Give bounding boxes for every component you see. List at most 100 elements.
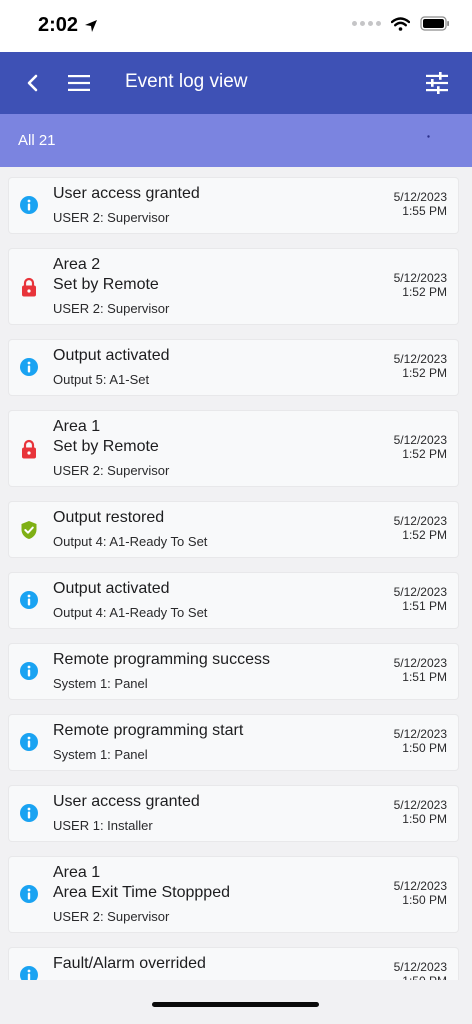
event-source: USER 1: Installer xyxy=(53,818,153,833)
event-row[interactable]: Output activated Output 4: A1-Ready To Se… xyxy=(9,573,458,628)
event-title-line: Area 2 xyxy=(53,256,101,273)
signal-dots-icon xyxy=(352,21,381,26)
chevron-left-icon xyxy=(27,74,38,92)
event-time: 1:52 PM xyxy=(402,447,447,461)
event-text: Output activated Output 4: A1-Ready To Se… xyxy=(53,579,207,621)
event-date: 5/12/2023 xyxy=(393,960,447,974)
event-text: User access granted USER 1: Installer xyxy=(53,792,200,834)
event-timestamp: 5/12/2023 1:52 PM xyxy=(394,433,447,461)
info-icon xyxy=(20,591,38,609)
menu-button[interactable] xyxy=(64,68,94,98)
event-text: Remote programming success System 1: Pane… xyxy=(53,650,270,692)
event-source: System 1: Panel xyxy=(53,676,148,691)
event-row[interactable]: Output restored Output 4: A1-Ready To Set… xyxy=(9,502,458,557)
event-timestamp: 5/12/20231:50 PM xyxy=(394,879,447,907)
bottom-safe-area xyxy=(0,980,472,1024)
info-icon xyxy=(20,804,38,822)
event-row[interactable]: Area 2 Set by Remote USER 2: Supervisor 5/1… xyxy=(9,249,458,324)
event-date: 5/12/2023 xyxy=(393,656,447,670)
event-title-line: Area 1 xyxy=(53,864,101,881)
event-time: 1:51 PM xyxy=(402,670,447,684)
event-text: Area 1 Area Exit Time Stoppped USER 2: Sup… xyxy=(53,863,230,925)
info-icon xyxy=(20,358,38,376)
event-text: Output restored Output 4: A1-Ready To Set xyxy=(53,508,207,550)
event-text: Area 2 Set by Remote USER 2: Supervisor xyxy=(53,255,169,317)
info-icon xyxy=(20,733,38,751)
event-source: USER 2: Supervisor xyxy=(53,463,170,478)
event-title-line: Set by Remote xyxy=(53,438,159,455)
info-icon xyxy=(20,662,38,680)
event-row[interactable]: Area 1 Area Exit Time Stoppped USER 2: Sup… xyxy=(9,857,458,932)
event-timestamp: 5/12/20231:50 PM xyxy=(394,727,447,755)
status-time-text: 2:02 xyxy=(38,14,79,36)
event-date: 5/12/2023 xyxy=(393,271,447,285)
status-indicators xyxy=(352,16,450,31)
event-text: User access granted USER 2: Supervisor xyxy=(53,184,200,226)
event-row[interactable]: Fault/Alarm overrided 5/12/20231:50 PM xyxy=(9,948,458,980)
event-time: 1:55 PM xyxy=(402,204,447,218)
filter-bar: All 21 xyxy=(0,114,472,167)
all-events-tab[interactable]: All 21 xyxy=(18,132,56,149)
sliders-icon xyxy=(426,72,448,94)
event-title-line: User access granted xyxy=(53,793,200,810)
page-title: Event log view xyxy=(125,71,248,92)
event-row[interactable]: User access granted USER 1: Installer 5/12… xyxy=(9,786,458,841)
event-time: 1:51 PM xyxy=(402,599,447,613)
info-icon xyxy=(20,196,38,214)
event-source: Output 4: A1-Ready To Set xyxy=(53,534,208,549)
event-row[interactable]: User access granted USER 2: Supervisor 5/1… xyxy=(9,178,458,233)
event-source: Output 4: A1-Ready To Set xyxy=(53,605,208,620)
back-button[interactable] xyxy=(18,68,48,98)
event-title-line: Output restored xyxy=(53,509,165,526)
event-source: Output 5: A1-Set xyxy=(53,372,150,387)
event-row[interactable]: Remote programming start System 1: Panel 5… xyxy=(9,715,458,770)
event-timestamp: 5/12/2023 1:55 PM xyxy=(394,190,447,218)
event-date: 5/12/2023 xyxy=(393,352,447,366)
shield-check-icon xyxy=(20,520,38,539)
battery-icon xyxy=(420,16,449,31)
wifi-icon xyxy=(391,16,410,31)
event-date: 5/12/2023 xyxy=(393,433,447,447)
event-row[interactable]: Remote programming success System 1: Pane… xyxy=(9,644,458,699)
event-text: Remote programming start System 1: Panel xyxy=(53,721,243,763)
event-time: 1:50 PM xyxy=(402,812,447,826)
filter-settings-button[interactable] xyxy=(422,68,452,98)
event-title-line: Area 1 xyxy=(53,418,101,435)
status-bar: 2:02 xyxy=(0,0,472,52)
event-date: 5/12/2023 xyxy=(393,190,447,204)
event-timestamp: 5/12/2023 1:52 PM xyxy=(394,271,447,299)
event-date: 5/12/2023 xyxy=(393,879,447,893)
app-header: Event log view xyxy=(0,52,472,114)
event-timestamp: 5/12/2023 1:52 PM xyxy=(394,352,447,380)
event-title-line: Area Exit Time Stoppped xyxy=(53,884,230,901)
event-timestamp: 5/12/2023 1:51 PM xyxy=(394,585,447,613)
lock-icon xyxy=(20,277,38,297)
event-date: 5/12/2023 xyxy=(393,727,447,741)
event-timestamp: 5/12/20231:50 PM xyxy=(394,798,447,826)
event-title-line: Remote programming start xyxy=(53,722,244,739)
info-icon xyxy=(20,885,38,903)
status-time: 2:02 xyxy=(38,14,98,37)
event-timestamp: 5/12/2023 1:51 PM xyxy=(394,656,447,684)
event-time: 1:52 PM xyxy=(402,285,447,299)
event-text: Output activated Output 5: A1-Set xyxy=(53,346,170,388)
event-row[interactable]: Output activated Output 5: A1-Set 5/12/202… xyxy=(9,340,458,395)
event-time: 1:52 PM xyxy=(402,528,447,542)
location-arrow-icon xyxy=(85,19,98,32)
event-source: USER 2: Supervisor xyxy=(53,301,170,316)
event-text: Area 1 Set by Remote USER 2: Supervisor xyxy=(53,417,169,479)
event-time: 1:52 PM xyxy=(402,366,447,380)
event-title-line: Fault/Alarm overrided xyxy=(53,955,206,972)
event-date: 5/12/2023 xyxy=(393,798,447,812)
event-time: 1:50 PM xyxy=(402,893,447,907)
event-date: 5/12/2023 xyxy=(393,514,447,528)
loading-dot-icon xyxy=(427,135,430,138)
event-title-line: Remote programming success xyxy=(53,651,270,668)
hamburger-menu-icon xyxy=(68,75,90,91)
event-date: 5/12/2023 xyxy=(393,585,447,599)
event-list[interactable]: User access granted USER 2: Supervisor 5/1… xyxy=(0,167,472,980)
event-row[interactable]: Area 1 Set by Remote USER 2: Supervisor 5/1… xyxy=(9,411,458,486)
event-source: System 1: Panel xyxy=(53,747,148,762)
event-time: 1:50 PM xyxy=(402,741,447,755)
lock-icon xyxy=(20,439,38,459)
